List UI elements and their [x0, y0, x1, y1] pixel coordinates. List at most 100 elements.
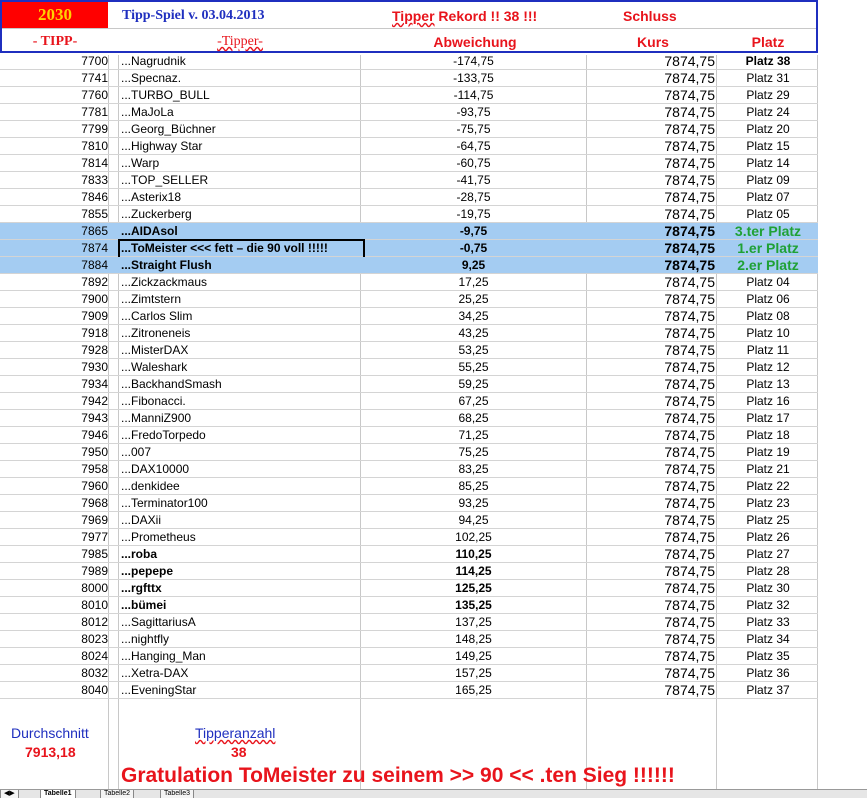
tipp-cell[interactable]: 8010	[30, 597, 108, 613]
platz-cell[interactable]: 1.er Platz	[718, 240, 818, 256]
col-header-platz[interactable]: Platz	[718, 34, 818, 50]
tipp-cell[interactable]: 7918	[30, 325, 108, 341]
tipp-cell[interactable]: 7833	[30, 172, 108, 188]
rekord-label[interactable]: Tipper Rekord !! 38 !!!	[392, 8, 537, 24]
kurs-cell[interactable]: 7874,75	[588, 376, 715, 392]
abweichung-cell[interactable]: -75,75	[362, 121, 585, 137]
tipper-name-cell[interactable]: ...BackhandSmash	[121, 376, 359, 392]
kurs-cell[interactable]: 7874,75	[588, 274, 715, 290]
tipper-name-cell[interactable]: ...Terminator100	[121, 495, 359, 511]
tipper-name-cell[interactable]: ...Nagrudnik	[121, 53, 359, 69]
tipper-name-cell[interactable]: ...Asterix18	[121, 189, 359, 205]
abweichung-cell[interactable]: 149,25	[362, 648, 585, 664]
tipper-name-cell[interactable]: ...Zitroneneis	[121, 325, 359, 341]
tipp-cell[interactable]: 7781	[30, 104, 108, 120]
platz-cell[interactable]: Platz 10	[718, 325, 818, 341]
kurs-cell[interactable]: 7874,75	[588, 427, 715, 443]
tipperanzahl-value[interactable]: 38	[231, 744, 247, 760]
tipper-name-cell[interactable]: ...MisterDAX	[121, 342, 359, 358]
platz-cell[interactable]: Platz 15	[718, 138, 818, 154]
platz-cell[interactable]: Platz 20	[718, 121, 818, 137]
col-header-kurs[interactable]: Kurs	[588, 34, 718, 50]
kurs-cell[interactable]: 7874,75	[588, 257, 715, 273]
tipp-cell[interactable]: 7810	[30, 138, 108, 154]
kurs-cell[interactable]: 7874,75	[588, 189, 715, 205]
platz-cell[interactable]: Platz 12	[718, 359, 818, 375]
tipp-cell[interactable]: 7760	[30, 87, 108, 103]
platz-cell[interactable]: Platz 23	[718, 495, 818, 511]
abweichung-cell[interactable]: 102,25	[362, 529, 585, 545]
kurs-cell[interactable]: 7874,75	[588, 648, 715, 664]
tipper-name-cell[interactable]: ...Zuckerberg	[121, 206, 359, 222]
kurs-cell[interactable]: 7874,75	[588, 87, 715, 103]
tipper-name-cell[interactable]: ...TOP_SELLER	[121, 172, 359, 188]
durchschnitt-value[interactable]: 7913,18	[25, 744, 76, 760]
tipper-name-cell[interactable]: ...roba	[121, 546, 359, 562]
platz-cell[interactable]: Platz 18	[718, 427, 818, 443]
abweichung-cell[interactable]: 53,25	[362, 342, 585, 358]
kurs-cell[interactable]: 7874,75	[588, 325, 715, 341]
platz-cell[interactable]: Platz 16	[718, 393, 818, 409]
tipp-cell[interactable]: 7909	[30, 308, 108, 324]
tipp-cell[interactable]: 7928	[30, 342, 108, 358]
tipper-name-cell[interactable]: ...denkidee	[121, 478, 359, 494]
tipper-name-cell[interactable]: ...Carlos Slim	[121, 308, 359, 324]
tipp-cell[interactable]: 7946	[30, 427, 108, 443]
platz-cell[interactable]: Platz 28	[718, 563, 818, 579]
tipper-name-cell[interactable]: ...nightfly	[121, 631, 359, 647]
platz-cell[interactable]: Platz 17	[718, 410, 818, 426]
kurs-cell[interactable]: 7874,75	[588, 155, 715, 171]
tipp-cell[interactable]: 7874	[30, 240, 108, 256]
tipper-name-cell[interactable]: ...Hanging_Man	[121, 648, 359, 664]
kurs-cell[interactable]: 7874,75	[588, 614, 715, 630]
kurs-cell[interactable]: 7874,75	[588, 291, 715, 307]
platz-cell[interactable]: Platz 34	[718, 631, 818, 647]
abweichung-cell[interactable]: -0,75	[362, 240, 585, 256]
abweichung-cell[interactable]: 85,25	[362, 478, 585, 494]
platz-cell[interactable]: Platz 24	[718, 104, 818, 120]
platz-cell[interactable]: Platz 11	[718, 342, 818, 358]
tipp-cell[interactable]: 7700	[30, 53, 108, 69]
tipper-name-cell[interactable]: ...MaJoLa	[121, 104, 359, 120]
tipper-name-cell[interactable]: ...Zimtstern	[121, 291, 359, 307]
kurs-cell[interactable]: 7874,75	[588, 70, 715, 86]
tipper-name-cell[interactable]: ...Zickzackmaus	[121, 274, 359, 290]
platz-cell[interactable]: Platz 22	[718, 478, 818, 494]
kurs-cell[interactable]: 7874,75	[588, 410, 715, 426]
platz-cell[interactable]: Platz 07	[718, 189, 818, 205]
col-header-abweichung[interactable]: Abweichung	[362, 34, 588, 50]
tipper-name-cell[interactable]: ...rgfttx	[121, 580, 359, 596]
kurs-cell[interactable]: 7874,75	[588, 597, 715, 613]
tipper-name-cell[interactable]: ...007	[121, 444, 359, 460]
abweichung-cell[interactable]: 59,25	[362, 376, 585, 392]
tipp-cell[interactable]: 8012	[30, 614, 108, 630]
abweichung-cell[interactable]: 135,25	[362, 597, 585, 613]
abweichung-cell[interactable]: 157,25	[362, 665, 585, 681]
tipp-cell[interactable]: 8032	[30, 665, 108, 681]
tipp-cell[interactable]: 7799	[30, 121, 108, 137]
abweichung-cell[interactable]: 71,25	[362, 427, 585, 443]
tipper-name-cell[interactable]: ...Specnaz.	[121, 70, 359, 86]
kurs-cell[interactable]: 7874,75	[588, 121, 715, 137]
abweichung-cell[interactable]: -9,75	[362, 223, 585, 239]
tipper-name-cell[interactable]: ...DAXii	[121, 512, 359, 528]
abweichung-cell[interactable]: -64,75	[362, 138, 585, 154]
platz-cell[interactable]: 2.er Platz	[718, 257, 818, 273]
abweichung-cell[interactable]: 75,25	[362, 444, 585, 460]
abweichung-cell[interactable]: -133,75	[362, 70, 585, 86]
kurs-cell[interactable]: 7874,75	[588, 665, 715, 681]
kurs-cell[interactable]: 7874,75	[588, 53, 715, 69]
tipp-cell[interactable]: 7855	[30, 206, 108, 222]
kurs-cell[interactable]: 7874,75	[588, 461, 715, 477]
abweichung-cell[interactable]: -28,75	[362, 189, 585, 205]
kurs-cell[interactable]: 7874,75	[588, 580, 715, 596]
abweichung-cell[interactable]: 67,25	[362, 393, 585, 409]
abweichung-cell[interactable]: -41,75	[362, 172, 585, 188]
tipp-cell[interactable]: 7958	[30, 461, 108, 477]
tipp-cell[interactable]: 7977	[30, 529, 108, 545]
tipper-name-cell[interactable]: ...ManniZ900	[121, 410, 359, 426]
tipper-name-cell[interactable]: ...Highway Star	[121, 138, 359, 154]
kurs-cell[interactable]: 7874,75	[588, 172, 715, 188]
platz-cell[interactable]: Platz 35	[718, 648, 818, 664]
platz-cell[interactable]: Platz 21	[718, 461, 818, 477]
